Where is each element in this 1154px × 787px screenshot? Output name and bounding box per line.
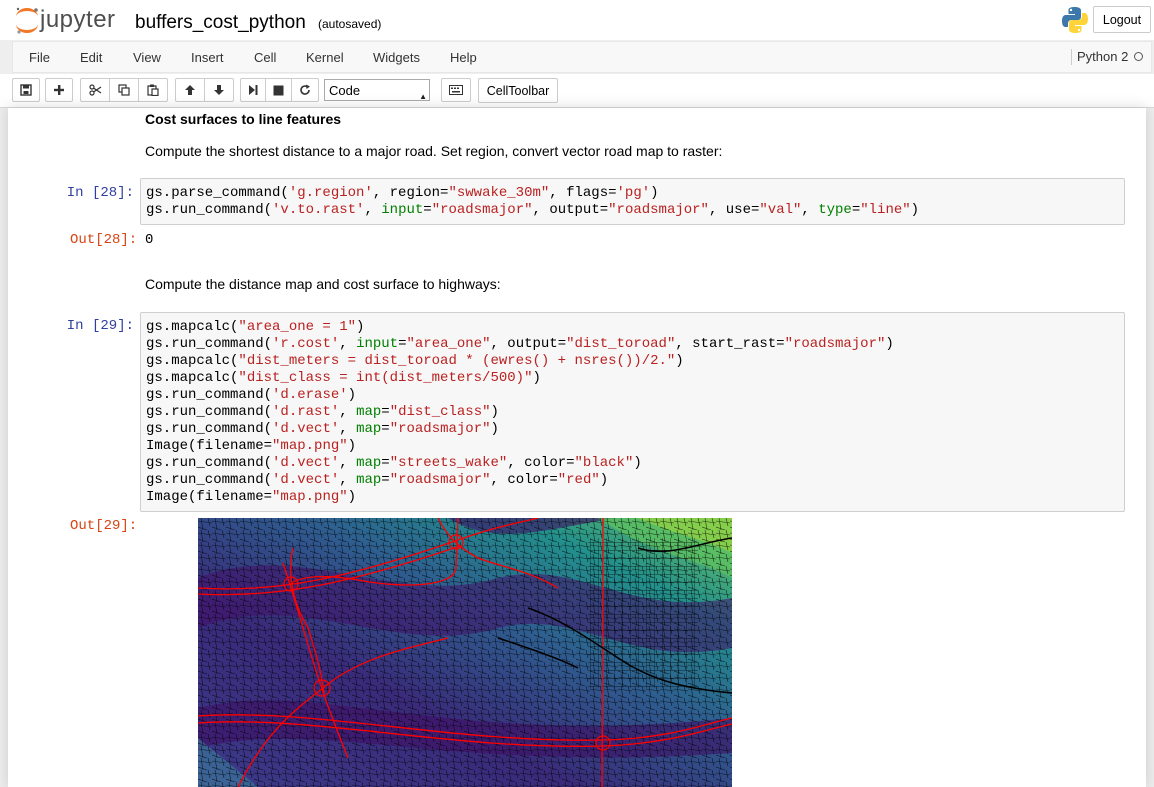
logout-button[interactable]: Logout [1093,6,1151,33]
toolbar: Code ▲▼ CellToolbar [0,74,1154,123]
menu-help[interactable]: Help [450,50,477,65]
code-line: gs.run_command('d.erase') [146,387,357,403]
cell-type-select[interactable]: Code ▲▼ [324,79,430,123]
copy-button[interactable] [109,78,139,102]
move-up-button[interactable] [175,78,205,102]
code-line: gs.run_command('d.vect', map="streets_wa… [146,455,642,471]
restart-kernel-button[interactable] [291,78,319,102]
output-value-28: 0 [145,232,154,248]
kernel-idle-indicator-icon [1134,52,1143,61]
output-map-image [198,518,732,787]
code-line: gs.mapcalc("dist_meters = dist_toroad * … [146,353,684,369]
logo-text[interactable]: jupyter [40,6,116,34]
arrow-down-icon [214,85,224,95]
code-line: gs.run_command('d.vect', map="roadsmajor… [146,421,499,437]
run-cell-button[interactable] [240,78,266,102]
input-prompt-29: In [29]: [66,318,134,334]
code-line: Image(filename="map.png") [146,489,357,505]
code-cell-29[interactable]: gs.mapcalc("area_one = 1") gs.run_command… [140,312,1125,512]
step-forward-icon [249,85,258,95]
code-line: gs.run_command('d.vect', map="roadsmajor… [146,472,609,488]
plus-icon [54,85,64,95]
command-palette-button[interactable] [441,78,471,102]
cut-button[interactable] [80,78,110,102]
output-prompt-28: Out[28]: [70,232,138,248]
menu-insert[interactable]: Insert [191,50,224,65]
menu-view[interactable]: View [133,50,161,65]
markdown-heading: Cost surfaces to line features [145,111,342,127]
celltoolbar-button[interactable]: CellToolbar [478,78,558,103]
menubar: File Edit View Insert Cell Kernel Widget… [12,41,1152,73]
save-button[interactable] [12,78,40,102]
header: jupyter buffers_cost_python (autosaved) … [0,0,1154,40]
downtown-street-grid [588,538,698,688]
notebook-name[interactable]: buffers_cost_python [135,12,306,34]
menu-cell[interactable]: Cell [254,50,276,65]
output-prompt-29: Out[29]: [70,518,138,534]
jupyter-logo-icon[interactable] [12,5,42,35]
save-icon [20,84,32,96]
code-line: gs.run_command('v.to.rast', input="roads… [146,202,920,218]
python-logo-icon [1062,7,1088,33]
insert-cell-button[interactable] [45,78,73,102]
code-line: Image(filename="map.png") [146,438,357,454]
markdown-text-1: Compute the shortest distance to a major… [145,143,723,159]
menu-edit[interactable]: Edit [80,50,102,65]
notebook-container: Cost surfaces to line features Compute t… [8,108,1146,787]
keyboard-icon [449,85,463,95]
paste-button[interactable] [138,78,168,102]
scissors-icon [88,84,101,96]
code-line: gs.parse_command('g.region', region="sww… [146,185,659,201]
interrupt-kernel-button[interactable] [265,78,292,102]
stop-icon [273,85,284,95]
input-prompt-28: In [28]: [66,185,134,201]
menu-file[interactable]: File [29,50,50,65]
copy-icon [118,84,130,96]
code-cell-28[interactable]: gs.parse_command('g.region', region="sww… [140,178,1125,225]
code-line: gs.mapcalc("area_one = 1") [146,319,365,335]
cell-type-value: Code [329,83,361,98]
move-down-button[interactable] [204,78,234,102]
refresh-icon [300,84,310,95]
menu-widgets[interactable]: Widgets [373,50,420,65]
code-line: gs.run_command('r.cost', input="area_one… [146,336,894,352]
kernel-name: Python 2 [1071,49,1128,65]
code-line: gs.run_command('d.rast', map="dist_class… [146,404,499,420]
autosave-status: (autosaved) [318,17,382,31]
code-line: gs.mapcalc("dist_class = int(dist_meters… [146,370,541,386]
menu-kernel[interactable]: Kernel [306,50,344,65]
arrow-up-icon [185,85,195,95]
markdown-text-2: Compute the distance map and cost surfac… [145,276,501,292]
paste-icon [147,84,159,96]
